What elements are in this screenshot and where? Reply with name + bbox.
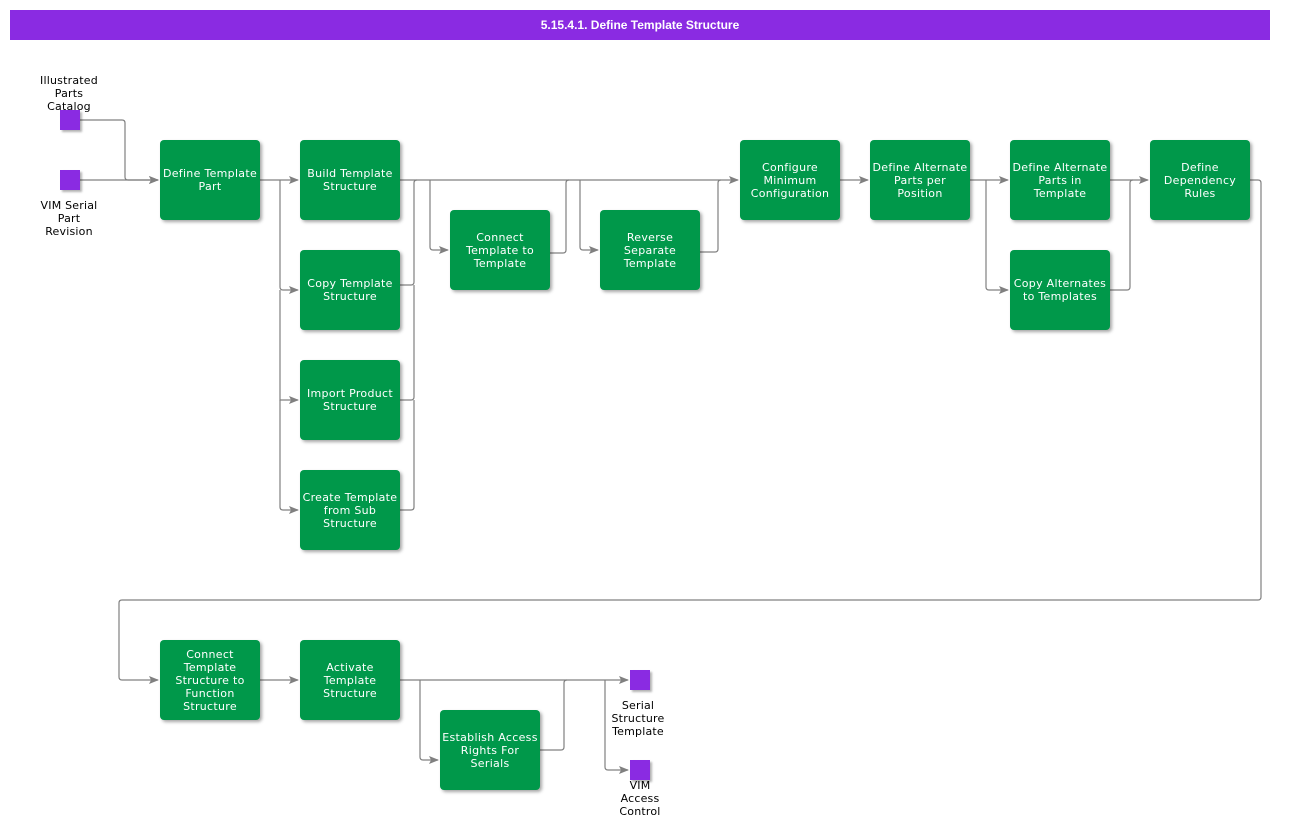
process-create-template-from-sub-structure[interactable]: Create Template from Sub Structure (300, 470, 400, 550)
process-build-template-structure[interactable]: Build Template Structure (300, 140, 400, 220)
edge-establish-merge (540, 679, 568, 751)
edge-alt-per-pos-to-copy-alternates (985, 180, 1009, 294)
process-label: Establish Access Rights For Serials (442, 730, 538, 770)
process-label: Activate Template Structure (323, 660, 377, 700)
edge-copy-merge (400, 179, 418, 286)
process-reverse-separate-template[interactable]: Reverse Separate Template (600, 210, 700, 290)
input-label-illustrated-parts-catalog: Illustrated Parts Catalog (40, 74, 98, 113)
output-vim-access-control[interactable] (630, 760, 650, 780)
edge-reverse-separate-out (700, 179, 722, 253)
process-define-dependency-rules[interactable]: Define Dependency Rules (1150, 140, 1250, 220)
process-define-alternate-parts-per-position[interactable]: Define Alternate Parts per Position (870, 140, 970, 220)
edge-import-merge (400, 285, 415, 401)
edge-dtp-to-create (279, 400, 299, 514)
edge-activate-to-establish (419, 680, 439, 764)
process-label: Copy Alternates to Templates (1013, 277, 1107, 303)
process-label: Build Template Structure (307, 167, 393, 193)
edge-connect-template-out (550, 179, 570, 254)
process-connect-template-to-template[interactable]: Connect Template to Template (450, 210, 550, 290)
edge-copy-alternates-to-dependency (1110, 179, 1134, 291)
process-label: Reverse Separate Template (623, 230, 677, 270)
process-establish-access-rights-for-serials[interactable]: Establish Access Rights For Serials (440, 710, 540, 790)
edge-to-reverse-separate (579, 180, 599, 254)
edge-dtp-to-import (279, 290, 299, 404)
process-label: Define Alternate Parts per Position (872, 160, 968, 200)
input-vim-serial-part-revision[interactable] (60, 170, 80, 190)
process-activate-template-structure[interactable]: Activate Template Structure (300, 640, 400, 720)
process-label: Define Dependency Rules (1163, 160, 1237, 200)
output-serial-structure-template[interactable] (630, 670, 650, 690)
process-label: Connect Template Structure to Function S… (175, 647, 245, 713)
process-import-product-structure[interactable]: Import Product Structure (300, 360, 400, 440)
process-define-alternate-parts-in-template[interactable]: Define Alternate Parts in Template (1010, 140, 1110, 220)
process-label: Copy Template Structure (307, 277, 393, 303)
edge-dtp-to-copy (279, 180, 299, 294)
process-label: Create Template from Sub Structure (302, 490, 398, 530)
output-label-serial-structure-template: Serial Structure Template (611, 699, 665, 738)
input-label-vim-serial-part-revision: VIM Serial Part Revision (40, 199, 98, 238)
input-illustrated-parts-catalog[interactable] (60, 110, 80, 130)
process-define-template-part[interactable]: Define Template Part (160, 140, 260, 220)
process-configure-minimum-configuration[interactable]: Configure Minimum Configuration (740, 140, 840, 220)
edge-create-merge (400, 400, 415, 511)
output-label-vim-access-control: VIM Access Control (619, 779, 661, 818)
process-copy-alternates-to-templates[interactable]: Copy Alternates to Templates (1010, 250, 1110, 330)
edge-to-connect-template (429, 180, 449, 254)
process-label: Define Template Part (162, 167, 258, 193)
process-label: Connect Template to Template (465, 230, 535, 270)
process-label: Define Alternate Parts in Template (1012, 160, 1108, 200)
process-copy-template-structure[interactable]: Copy Template Structure (300, 250, 400, 330)
process-label: Import Product Structure (307, 387, 393, 413)
process-connect-template-structure-to-function-structure[interactable]: Connect Template Structure to Function S… (160, 640, 260, 720)
edge-ipc-to-define-template-part (80, 119, 159, 184)
process-label: Configure Minimum Configuration (750, 160, 830, 200)
